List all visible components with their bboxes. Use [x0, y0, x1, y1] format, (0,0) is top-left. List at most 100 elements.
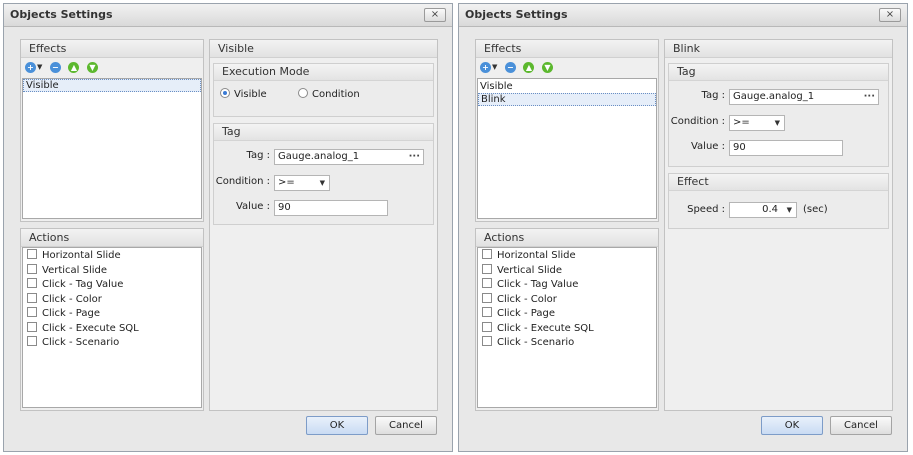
condition-select[interactable]: >= ▼ — [274, 175, 330, 191]
speed-label: Speed : — [687, 204, 725, 215]
ok-button[interactable]: OK — [761, 416, 823, 435]
action-click-color[interactable]: Click - Color — [478, 292, 656, 308]
cancel-button[interactable]: Cancel — [375, 416, 437, 435]
action-click-scenario[interactable]: Click - Scenario — [23, 336, 201, 351]
action-click-color[interactable]: Click - Color — [23, 292, 201, 308]
effects-list-item-visible[interactable]: Visible — [478, 80, 656, 93]
value-input[interactable]: 90 — [274, 200, 388, 216]
actions-list: Horizontal Slide Vertical Slide Click - … — [22, 247, 202, 408]
action-click-page[interactable]: Click - Page — [23, 307, 201, 322]
chevron-down-icon[interactable]: ▼ — [37, 62, 42, 73]
checkbox[interactable] — [27, 321, 37, 332]
value-input[interactable]: 90 — [729, 140, 843, 156]
move-down-icon[interactable]: ▼ — [86, 62, 98, 73]
move-up-icon[interactable]: ▲ — [68, 62, 80, 73]
tag-value: Gauge.analog_1 — [278, 151, 360, 162]
execution-mode-header: Execution Mode — [214, 64, 433, 81]
action-label: Click - Color — [42, 293, 102, 305]
value-label: Value : — [235, 201, 270, 212]
add-circle-icon[interactable]: + — [25, 62, 36, 73]
titlebar: Objects Settings × — [459, 4, 907, 27]
checkbox[interactable] — [27, 292, 37, 303]
cancel-button[interactable]: Cancel — [830, 416, 892, 435]
effects-toolbar: + ▼ − ▲ ▼ — [476, 58, 658, 78]
detail-panel: Visible Execution Mode Visible Condition… — [209, 39, 438, 411]
speed-unit: (sec) — [803, 204, 828, 215]
browse-ellipsis-icon[interactable]: ··· — [864, 90, 875, 104]
effect-header: Effect — [669, 174, 888, 191]
radio-button[interactable] — [298, 88, 308, 98]
actions-panel: Actions Horizontal Slide Vertical Slide … — [20, 228, 204, 411]
radio-button[interactable] — [220, 88, 230, 98]
close-button[interactable]: × — [424, 8, 446, 22]
remove-circle-icon[interactable]: − — [49, 62, 61, 73]
move-down-icon[interactable]: ▼ — [541, 62, 553, 73]
condition-select[interactable]: >= ▼ — [729, 115, 785, 131]
chevron-down-icon[interactable]: ▼ — [775, 116, 780, 130]
tag-value: Gauge.analog_1 — [733, 91, 815, 102]
tag-header: Tag — [214, 124, 433, 141]
action-click-execute-sql[interactable]: Click - Execute SQL — [478, 321, 656, 337]
checkbox[interactable] — [27, 336, 37, 346]
chevron-down-icon[interactable]: ▼ — [787, 203, 792, 217]
action-click-execute-sql[interactable]: Click - Execute SQL — [23, 321, 201, 337]
checkbox[interactable] — [482, 321, 492, 332]
value-value: 90 — [733, 142, 746, 153]
checkbox[interactable] — [27, 307, 37, 317]
action-click-scenario[interactable]: Click - Scenario — [478, 336, 656, 351]
action-click-page[interactable]: Click - Page — [478, 307, 656, 322]
checkbox[interactable] — [482, 292, 492, 303]
action-vertical-slide[interactable]: Vertical Slide — [478, 263, 656, 279]
actions-panel: Actions Horizontal Slide Vertical Slide … — [475, 228, 659, 411]
effects-list-item-blink[interactable]: Blink — [478, 93, 656, 106]
checkbox[interactable] — [27, 278, 37, 288]
remove-circle-icon[interactable]: − — [504, 62, 516, 73]
tag-input[interactable]: Gauge.analog_1 ··· — [274, 149, 424, 165]
condition-label: Condition : — [215, 176, 270, 187]
radio-label: Condition — [312, 89, 360, 100]
action-click-tag-value[interactable]: Click - Tag Value — [23, 278, 201, 293]
action-label: Click - Execute SQL — [497, 322, 594, 334]
effects-toolbar: + ▼ − ▲ ▼ — [21, 58, 203, 78]
action-label: Horizontal Slide — [497, 250, 576, 261]
tag-label: Tag : — [246, 150, 270, 161]
action-click-tag-value[interactable]: Click - Tag Value — [478, 278, 656, 293]
speed-select[interactable]: 0.4 ▼ — [729, 202, 797, 218]
effects-panel: Effects + ▼ − ▲ ▼ Visible — [20, 39, 204, 222]
tag-input[interactable]: Gauge.analog_1 ··· — [729, 89, 879, 105]
move-up-icon[interactable]: ▲ — [523, 62, 535, 73]
tag-group: Tag Tag : Gauge.analog_1 ··· Condition :… — [213, 123, 434, 225]
checkbox[interactable] — [482, 278, 492, 288]
chevron-down-icon[interactable]: ▼ — [320, 176, 325, 190]
action-horizontal-slide[interactable]: Horizontal Slide — [23, 249, 201, 264]
checkbox[interactable] — [27, 263, 37, 274]
chevron-down-icon[interactable]: ▼ — [492, 62, 497, 73]
close-button[interactable]: × — [879, 8, 901, 22]
action-label: Click - Tag Value — [497, 279, 579, 290]
action-horizontal-slide[interactable]: Horizontal Slide — [478, 249, 656, 264]
effects-panel: Effects + ▼ − ▲ ▼ Visible Blink — [475, 39, 659, 222]
action-label: Click - Scenario — [497, 337, 575, 348]
checkbox[interactable] — [482, 336, 492, 346]
checkbox[interactable] — [482, 307, 492, 317]
actions-list: Horizontal Slide Vertical Slide Click - … — [477, 247, 657, 408]
tag-label: Tag : — [701, 90, 725, 101]
tag-header: Tag — [669, 64, 888, 81]
value-value: 90 — [278, 202, 291, 213]
checkbox[interactable] — [482, 263, 492, 274]
checkbox[interactable] — [482, 249, 492, 259]
action-label: Click - Execute SQL — [42, 322, 139, 334]
checkbox[interactable] — [27, 249, 37, 259]
browse-ellipsis-icon[interactable]: ··· — [409, 150, 420, 164]
radio-condition[interactable]: Condition — [298, 88, 360, 100]
action-label: Click - Page — [497, 308, 556, 319]
radio-visible[interactable]: Visible — [220, 88, 267, 100]
add-circle-icon[interactable]: + — [480, 62, 491, 73]
actions-header: Actions — [21, 229, 203, 247]
action-vertical-slide[interactable]: Vertical Slide — [23, 263, 201, 279]
effects-list[interactable]: Visible Blink — [477, 78, 657, 219]
ok-button[interactable]: OK — [306, 416, 368, 435]
value-label: Value : — [690, 141, 725, 152]
effects-list[interactable]: Visible — [22, 78, 202, 219]
effects-list-item-visible[interactable]: Visible — [23, 79, 201, 92]
